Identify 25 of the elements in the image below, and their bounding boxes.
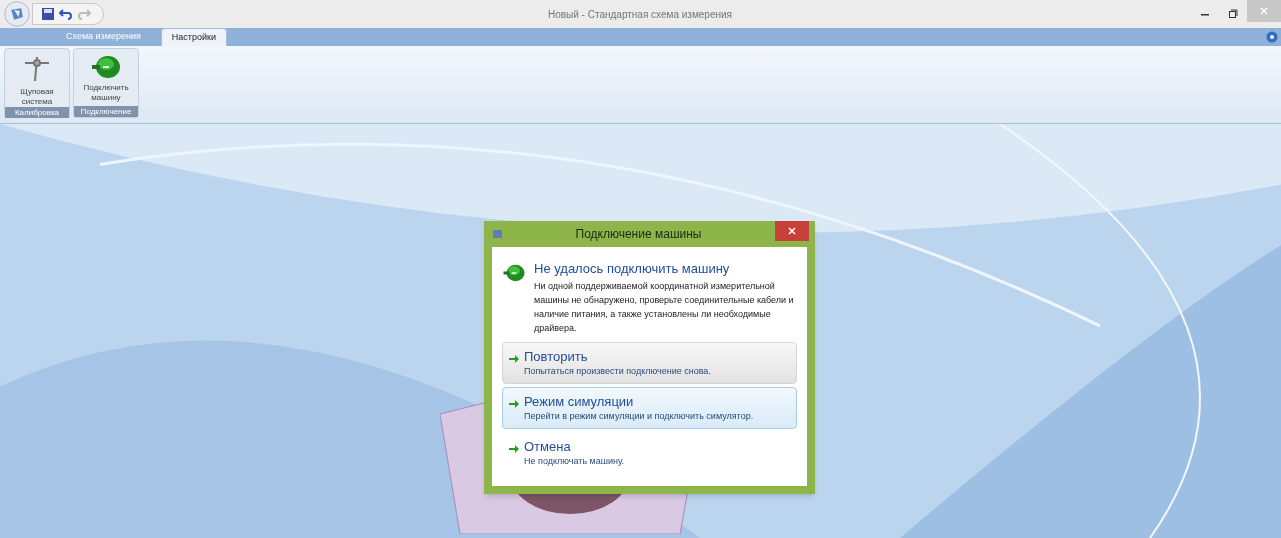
group-label: Калибровка bbox=[5, 107, 69, 118]
ribbon-button[interactable]: Щуповая система bbox=[5, 49, 69, 107]
save-icon[interactable] bbox=[41, 7, 55, 21]
dialog-message: Ни одной поддерживаемой координатной измерительной машины не обнаружено, проверьте соединительные кабели и наличие питания, а также установлены ли необходимые драйвера. bbox=[534, 279, 795, 335]
app-logo-icon[interactable] bbox=[4, 1, 30, 27]
close-icon bbox=[787, 226, 797, 236]
command-link[interactable]: Режим симуляции Перейти в режим симуляции и подключить симулятор. bbox=[502, 386, 797, 429]
ribbon-tab[interactable]: Настройки bbox=[160, 28, 227, 46]
command-link[interactable]: Повторить Попытаться произвести подключение снова. bbox=[502, 341, 797, 384]
machine-icon bbox=[90, 53, 122, 81]
app-icon bbox=[492, 228, 504, 240]
group-label: Подключение bbox=[74, 106, 138, 117]
help-icon[interactable] bbox=[1266, 31, 1278, 43]
arrow-icon bbox=[508, 397, 520, 410]
arrow-icon bbox=[508, 352, 520, 365]
dialog-heading: Не удалось подключить машину bbox=[534, 260, 731, 278]
arrow-icon bbox=[508, 442, 520, 455]
dialog-title: Подключение машины bbox=[574, 226, 703, 243]
machine-icon bbox=[502, 263, 526, 283]
maximize-icon bbox=[1228, 9, 1238, 19]
undo-icon[interactable] bbox=[59, 7, 73, 21]
close-icon bbox=[1259, 6, 1269, 16]
close-button[interactable] bbox=[775, 221, 809, 241]
window-title: Новый - Стандартная схема измерения bbox=[546, 7, 733, 22]
ribbon-button[interactable]: Подключить машину bbox=[74, 49, 138, 106]
